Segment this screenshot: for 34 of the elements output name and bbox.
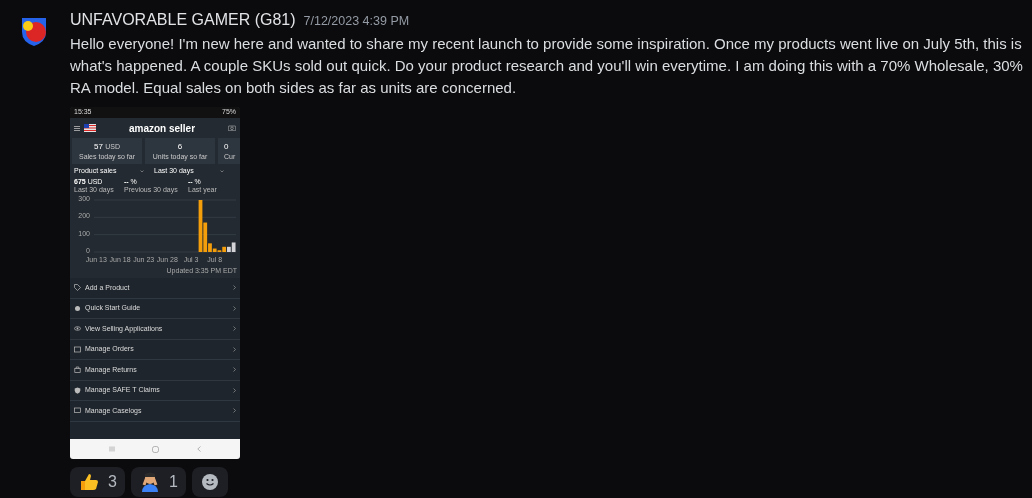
dot-icon	[74, 304, 81, 312]
home-icon	[152, 445, 160, 453]
menu-icon	[74, 125, 80, 131]
card-value: 0	[224, 141, 229, 152]
tag-icon	[74, 284, 81, 292]
thumbs-up-icon	[78, 471, 100, 493]
chevron-right-icon	[233, 305, 236, 311]
eye-icon	[74, 325, 81, 333]
phone-screenshot[interactable]	[70, 107, 240, 459]
smiley-icon	[200, 473, 219, 491]
timestamp: 7/12/2023 4:39 PM	[303, 13, 410, 30]
add-reaction-button[interactable]	[191, 467, 228, 497]
recent-apps-icon	[108, 446, 115, 452]
box-icon	[74, 345, 81, 353]
card-value: 6	[177, 141, 183, 152]
chevron-right-icon	[233, 408, 236, 414]
shield-icon	[74, 386, 81, 394]
chevron-down-icon	[140, 169, 144, 173]
chevron-right-icon	[233, 387, 236, 393]
app-logo: amazon seller	[127, 121, 197, 136]
camera-icon	[228, 125, 236, 131]
message-text: Hello everyone! I'm new here and wanted to share my recent launch to provide some inspiration. Once my products went live on July 5th, this is what's happened. A couple SKUs sold out quick. Do your product research and you'll win everytime. I am doing this with a 70% Wholesale, 30% RA model. Equal sales on both sides as far as units are concerned.	[70, 34, 1024, 98]
flag-icon	[84, 124, 96, 132]
chevron-right-icon	[233, 346, 236, 352]
username[interactable]: UNFAVORABLE GAMER (G81)	[70, 8, 296, 32]
screen-icon	[74, 407, 81, 415]
reaction-button[interactable]: 3	[70, 467, 125, 497]
reaction-button[interactable]: 1	[130, 467, 186, 497]
back-icon	[197, 446, 202, 452]
chevron-right-icon	[233, 367, 236, 373]
chevron-right-icon	[233, 326, 236, 332]
bag-icon	[74, 366, 81, 374]
chevron-right-icon	[233, 285, 236, 291]
chevron-down-icon	[220, 169, 224, 173]
